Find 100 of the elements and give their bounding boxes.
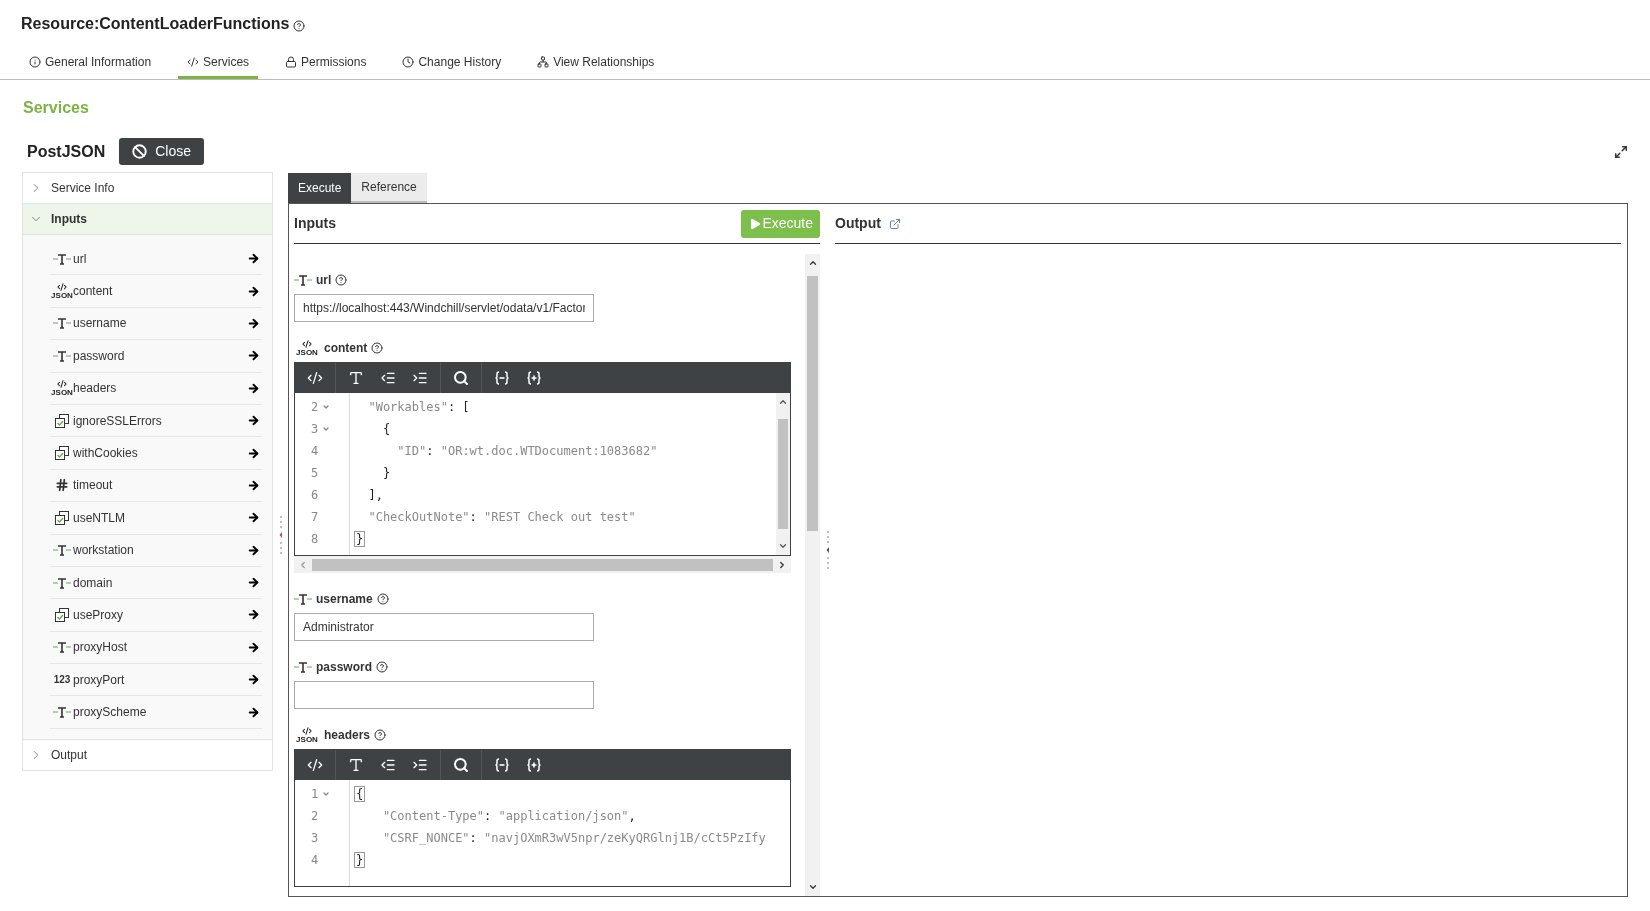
- parameter-name: proxyPort: [73, 671, 125, 689]
- panel-tab[interactable]: Execute: [288, 173, 352, 203]
- checkbox-type-icon: [54, 412, 70, 429]
- parameter-name: workstation: [73, 542, 134, 560]
- line-number: 2: [311, 399, 319, 416]
- input-parameter-row[interactable]: timeout: [50, 469, 262, 503]
- accordion-header[interactable]: Inputs: [23, 204, 272, 234]
- scrollbar-thumb[interactable]: [312, 558, 773, 571]
- input-parameter-row[interactable]: workstation: [50, 534, 262, 567]
- collapse-braces-icon[interactable]: [494, 757, 510, 773]
- arrow-right-icon[interactable]: [247, 316, 260, 330]
- help-icon[interactable]: [374, 729, 387, 741]
- code-editor[interactable]: 1 2 3 4 { "Content-Type": "application/json", "CSRF_NONCE": "navjOXmR3wV5npr/zeKyQRGlnj1B/cCt5PzIfy }: [294, 749, 791, 887]
- parameter-name: proxyScheme: [73, 704, 147, 722]
- arrow-right-icon[interactable]: [247, 478, 260, 492]
- field-label: content: [324, 340, 368, 357]
- indent-icon[interactable]: [412, 757, 428, 773]
- outdent-icon[interactable]: [380, 370, 396, 386]
- input-parameter-row[interactable]: withCookies: [50, 437, 262, 470]
- nav-tab[interactable]: View Relationships: [528, 48, 664, 79]
- nav-tab[interactable]: Change History: [393, 48, 511, 79]
- arrow-right-icon[interactable]: [247, 576, 260, 590]
- expand-braces-icon[interactable]: [526, 370, 542, 386]
- input-parameter-row[interactable]: useNTLM: [50, 502, 262, 535]
- code-icon[interactable]: [307, 370, 323, 386]
- checkbox-type-icon: [54, 509, 70, 526]
- input-parameter-row[interactable]: proxyHost: [50, 631, 262, 665]
- text-field[interactable]: [294, 681, 594, 709]
- code-line: "Workables": [: [367, 399, 470, 416]
- input-parameter-row[interactable]: domain: [50, 566, 262, 600]
- search-icon[interactable]: [453, 757, 469, 773]
- arrow-right-icon[interactable]: [247, 673, 260, 687]
- popout-icon[interactable]: [888, 217, 901, 230]
- arrow-right-icon[interactable]: [247, 511, 260, 525]
- arrow-right-icon[interactable]: [247, 252, 260, 266]
- input-parameter-row[interactable]: password: [50, 340, 262, 373]
- arrow-right-icon[interactable]: [247, 543, 260, 557]
- arrow-right-icon[interactable]: [247, 640, 260, 654]
- splitter-handle-icon[interactable]: [278, 515, 283, 555]
- input-parameter-row[interactable]: username: [50, 307, 262, 341]
- text-size-icon[interactable]: [348, 757, 364, 773]
- help-icon[interactable]: [293, 20, 306, 32]
- outdent-icon[interactable]: [380, 757, 396, 773]
- help-icon[interactable]: [371, 342, 384, 354]
- nav-tab[interactable]: Services: [178, 48, 259, 79]
- integer-type-icon: 123: [53, 672, 71, 688]
- arrow-right-icon[interactable]: [247, 284, 260, 298]
- scroll-up-icon[interactable]: [778, 397, 788, 407]
- splitter-handle-icon[interactable]: [825, 530, 830, 570]
- line-number: 4: [311, 443, 319, 460]
- expand-icon[interactable]: [1614, 144, 1628, 159]
- arrow-right-icon[interactable]: [247, 349, 260, 363]
- tab-icon: [187, 56, 200, 68]
- line-number: 5: [311, 465, 319, 482]
- scroll-down-icon[interactable]: [778, 541, 788, 551]
- arrow-right-icon[interactable]: [247, 608, 260, 622]
- help-icon[interactable]: [335, 274, 348, 286]
- scroll-right-icon[interactable]: [777, 559, 787, 570]
- indent-icon[interactable]: [412, 370, 428, 386]
- code-line: {: [381, 421, 391, 438]
- input-parameter-row[interactable]: url: [50, 243, 262, 276]
- nav-tab[interactable]: Permissions: [276, 48, 376, 79]
- scroll-up-icon[interactable]: [807, 258, 818, 268]
- line-number: 8: [311, 531, 319, 548]
- parameter-name: proxyHost: [73, 639, 128, 657]
- code-editor[interactable]: 2 3 4 5 6 7 8 "Workables": [ { "ID": "OR:wt.doc.WTDocument:1083682" } ], "CheckOutNote": "REST Check out test" }: [294, 362, 791, 556]
- collapse-braces-icon[interactable]: [494, 370, 510, 386]
- code-line: "Content-Type": "application/json",: [381, 808, 636, 825]
- scrollbar-thumb[interactable]: [807, 276, 818, 531]
- scroll-down-icon[interactable]: [807, 882, 818, 892]
- service-name: PostJSON: [27, 141, 106, 162]
- code-line: }: [381, 465, 391, 482]
- close-button[interactable]: Close: [119, 138, 205, 165]
- field-label: username: [316, 591, 373, 608]
- line-number: 3: [311, 830, 319, 847]
- search-icon[interactable]: [453, 370, 469, 386]
- help-icon[interactable]: [376, 593, 389, 605]
- arrow-right-icon[interactable]: [247, 414, 260, 428]
- nav-tab[interactable]: General Information: [20, 48, 161, 79]
- arrow-right-icon[interactable]: [247, 705, 260, 719]
- arrow-right-icon[interactable]: [247, 381, 260, 395]
- help-icon[interactable]: [376, 661, 388, 673]
- scrollbar-thumb[interactable]: [778, 419, 788, 529]
- text-field[interactable]: Administrator: [294, 613, 594, 641]
- text-type-icon: [53, 317, 71, 330]
- text-type-icon: [53, 706, 71, 719]
- parameter-name: timeout: [73, 477, 113, 495]
- arrow-right-icon[interactable]: [247, 446, 260, 460]
- input-parameter-row[interactable]: useProxy: [50, 599, 262, 632]
- code-icon[interactable]: [307, 757, 323, 773]
- panel-tab[interactable]: Reference: [351, 173, 427, 203]
- parameter-name: withCookies: [73, 445, 138, 463]
- text-type-icon: [53, 349, 71, 362]
- text-size-icon[interactable]: [348, 370, 364, 386]
- expand-braces-icon[interactable]: [526, 757, 542, 773]
- input-parameter-row[interactable]: ignoreSSLErrors: [50, 404, 262, 438]
- inputs-heading: Inputs: [294, 214, 336, 233]
- field-label: headers: [324, 727, 371, 744]
- input-parameter-row[interactable]: proxyScheme: [50, 696, 262, 729]
- input-parameter-row[interactable]: 123 proxyPort: [50, 664, 262, 697]
